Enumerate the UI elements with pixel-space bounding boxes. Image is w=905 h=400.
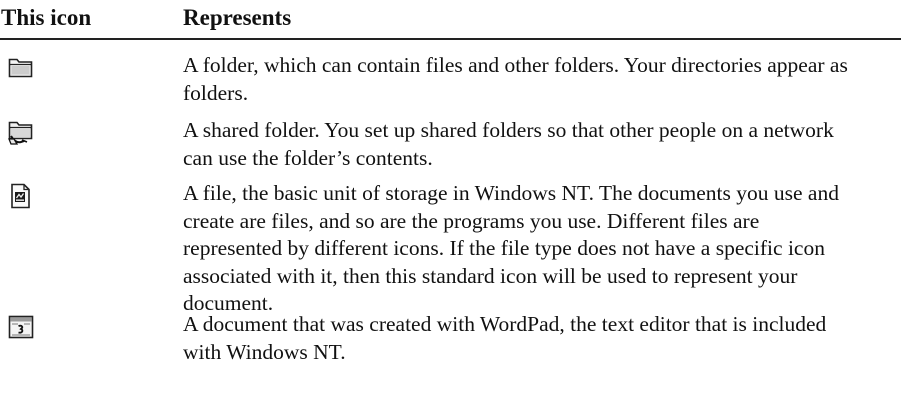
file-icon	[8, 183, 34, 209]
row-description: A document that was created with WordPad…	[183, 312, 827, 364]
header-divider	[0, 38, 901, 40]
row-description: A file, the basic unit of storage in Win…	[183, 181, 839, 315]
icon-reference-table: This icon Represents A folder, which can…	[0, 0, 905, 364]
folder-icon	[8, 55, 34, 81]
header-represents: Represents	[183, 5, 292, 30]
table-header: This icon Represents	[0, 0, 905, 40]
header-this-icon: This icon	[1, 5, 92, 30]
row-description: A shared folder. You set up shared folde…	[183, 118, 834, 170]
wordpad-document-icon	[8, 314, 34, 340]
shared-folder-icon	[8, 120, 34, 146]
row-description: A folder, which can contain files and ot…	[183, 53, 848, 105]
